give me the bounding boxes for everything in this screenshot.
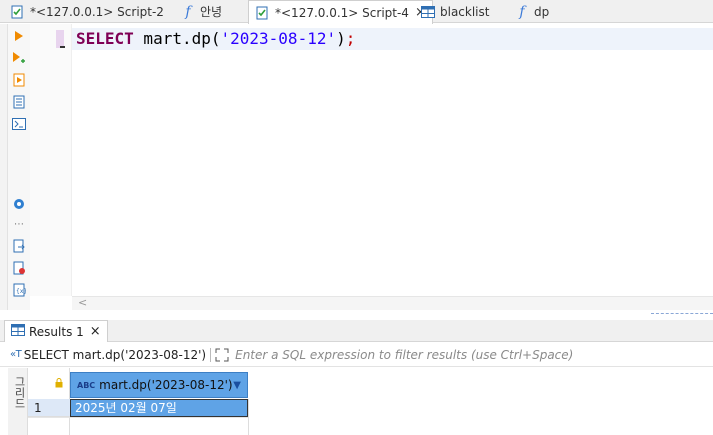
sort-icon[interactable]: ▼	[233, 380, 241, 391]
execute-statement-icon[interactable]	[11, 28, 27, 44]
results-tab-bar: Results 1 ×	[0, 320, 713, 342]
tab-label: *<127.0.0.1> Script-4	[275, 5, 409, 20]
left-gutter	[0, 24, 8, 324]
close-icon[interactable]: ×	[90, 324, 101, 339]
grid-side-panel[interactable]: 그리드	[8, 368, 28, 435]
column-header-label: mart.dp('2023-08-12')	[99, 378, 233, 392]
editor-toolbar: ⋯ {x}	[8, 24, 30, 322]
sql-script-icon	[255, 5, 271, 21]
variables-icon[interactable]: {x}	[11, 282, 27, 298]
svg-text:{x}: {x}	[16, 288, 26, 295]
tab-script-2[interactable]: *<127.0.0.1> Script-2	[10, 0, 164, 23]
editor-horizontal-scrollbar[interactable]: <	[72, 296, 713, 310]
line-number-gutter	[30, 24, 72, 296]
query-text: SELECT mart.dp('2023-08-12')	[23, 347, 207, 362]
query-text-icon-label: «T	[10, 349, 22, 360]
results-tab-label: Results 1	[29, 324, 84, 339]
results-filter-bar: «T SELECT mart.dp('2023-08-12') Enter a …	[0, 343, 713, 367]
execute-new-tab-icon[interactable]	[11, 50, 27, 66]
results-grid-icon	[11, 324, 25, 339]
expand-icon[interactable]	[215, 348, 229, 362]
scroll-left-icon[interactable]: <	[78, 296, 87, 309]
execute-script-icon[interactable]	[11, 72, 27, 88]
more-icon[interactable]: ⋯	[11, 216, 27, 232]
function-icon: f	[185, 3, 191, 20]
results-grid: 그리드 ABC mart.dp('2023-08-12') ▼ 1 2025년 …	[0, 368, 713, 435]
sql-string-literal: '2023-08-12'	[220, 29, 337, 48]
filter-input[interactable]: Enter a SQL expression to filter results…	[235, 348, 573, 362]
table-icon	[420, 4, 436, 20]
result-cell[interactable]: 2025년 02월 07일	[70, 399, 248, 417]
tab-label: blacklist	[440, 4, 490, 19]
tab-label: 안녕	[200, 5, 223, 19]
tab-blacklist[interactable]: blacklist	[420, 0, 489, 23]
sql-close-paren: )	[336, 29, 346, 48]
tab-function-dp[interactable]: f dp	[514, 0, 549, 23]
explain-plan-icon[interactable]	[11, 94, 27, 110]
tab-label: dp	[534, 4, 550, 19]
tab-results-1[interactable]: Results 1 ×	[4, 320, 108, 342]
lock-icon	[55, 378, 63, 391]
sql-call: mart.dp(	[133, 29, 221, 48]
tab-script-4[interactable]: *<127.0.0.1> Script-4 ×	[248, 0, 433, 24]
grid-line	[248, 399, 249, 435]
settings-icon[interactable]	[11, 196, 27, 212]
column-header[interactable]: ABC mart.dp('2023-08-12') ▼	[70, 372, 248, 398]
separator	[210, 347, 212, 362]
string-type-icon: ABC	[77, 380, 96, 390]
tab-label: *<127.0.0.1> Script-2	[30, 4, 164, 19]
export-icon[interactable]	[11, 238, 27, 254]
editor-tab-bar: *<127.0.0.1> Script-2 f 안녕 *<127.0.0.1> …	[0, 0, 713, 24]
new-script-icon[interactable]	[11, 260, 27, 276]
function-icon: f	[519, 3, 525, 20]
sql-code-line[interactable]: SELECT mart.dp('2023-08-12');	[76, 30, 355, 48]
terminal-icon[interactable]	[11, 116, 27, 132]
sql-semicolon: ;	[345, 29, 356, 48]
sql-editor[interactable]: SELECT mart.dp('2023-08-12');	[72, 24, 713, 296]
grid-side-label: 그리드	[13, 376, 26, 409]
grid-line	[28, 417, 248, 418]
cursor-indicator	[60, 46, 65, 48]
row-number[interactable]: 1	[28, 399, 70, 417]
sql-script-icon	[10, 4, 26, 20]
divider-handle[interactable]	[651, 313, 713, 317]
sql-keyword: SELECT	[76, 29, 134, 48]
panel-divider[interactable]	[0, 310, 713, 320]
tab-function-annyeong[interactable]: f 안녕	[180, 0, 222, 23]
